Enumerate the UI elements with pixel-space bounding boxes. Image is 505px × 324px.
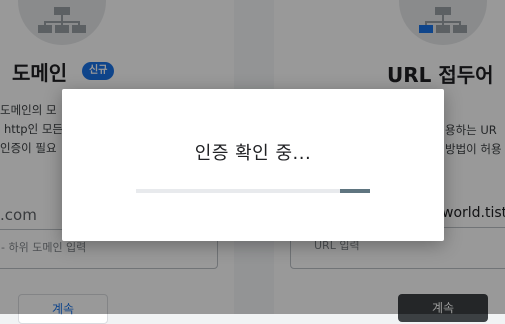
verification-progress-bar: [136, 189, 370, 193]
verification-message: 인증 확인 중...: [194, 143, 312, 164]
verification-dialog: 인증 확인 중...: [62, 89, 444, 241]
progress-indicator: [340, 189, 370, 193]
